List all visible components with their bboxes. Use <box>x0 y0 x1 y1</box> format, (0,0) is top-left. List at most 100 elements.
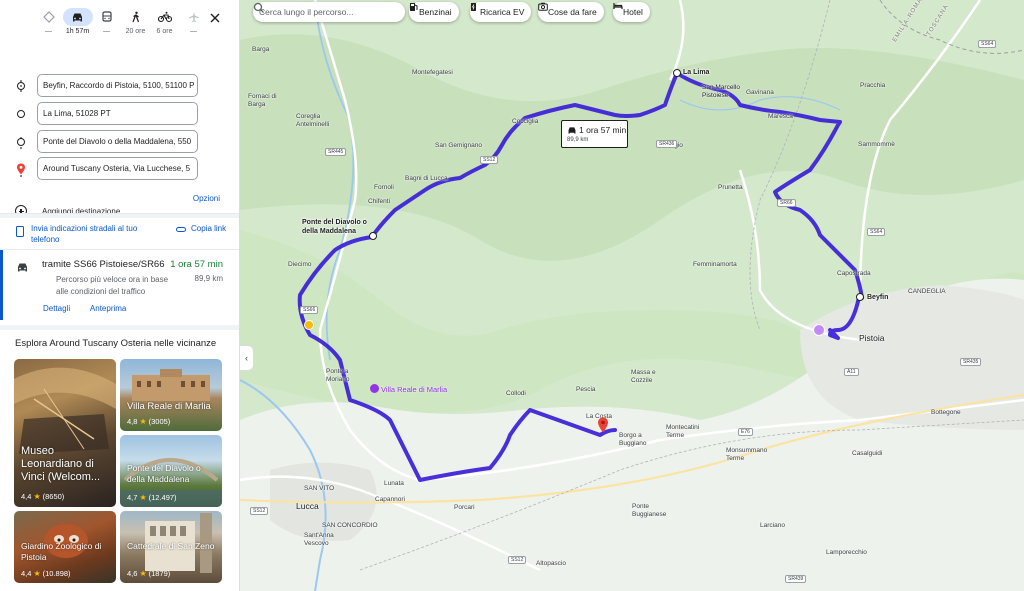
star-icon: ★ <box>139 493 147 502</box>
map-label-ponte-buggianese: Ponte Buggianese <box>632 503 667 518</box>
road-shield: SS12 <box>480 156 499 164</box>
route-option[interactable]: tramite SS66 Pistoiese/SR66 1 ora 57 min… <box>0 250 239 320</box>
search-along-route-input[interactable]: Cerca lungo il percorso... <box>253 2 405 22</box>
map-label-porcari: Porcari <box>454 504 475 511</box>
place-card[interactable]: Ponte del Diavolo o della Maddalena 4,7 ★… <box>120 435 222 507</box>
mode-car[interactable]: 1h 57m <box>62 8 93 35</box>
map-label-collodi: Collodi <box>506 390 526 397</box>
place-rating: 4,7 ★ (12.497) <box>127 493 177 502</box>
chip-label: Ricarica EV <box>480 7 525 17</box>
map-label-bagni: Bagni di Lucca <box>405 175 448 182</box>
close-icon[interactable] <box>207 10 223 26</box>
explore-title: Esplora Around Tuscany Osteria nelle vic… <box>15 338 217 349</box>
chip-gas-stations[interactable]: Benzinai <box>409 2 459 22</box>
road-shield: SR435 <box>960 358 982 366</box>
mode-transit-label: — <box>103 28 110 35</box>
route-links: Dettagli Anteprima <box>43 304 144 313</box>
map-canvas[interactable]: Barga Montefegatesi Fornaci di Barga Cor… <box>240 0 1024 591</box>
poi-villa-reale[interactable]: Villa Reale di Marlia <box>370 384 447 394</box>
chevron-left-icon: ‹ <box>245 353 248 363</box>
mode-walk-label: 20 ore <box>125 28 146 35</box>
map-label-femminamorta: Femminamorta <box>693 261 737 268</box>
waypoint-beyfin-marker[interactable] <box>856 293 864 301</box>
map-label-sant-vescovo: Sant'Anna Vescovo <box>304 532 334 547</box>
waypoint-beyfin-label: Beyfin <box>867 294 889 301</box>
destination-pin-icon <box>16 162 26 180</box>
stop-circle-icon <box>17 138 25 146</box>
road-shield: SR439 <box>785 575 807 583</box>
museum-photo <box>14 367 116 454</box>
star-icon: ★ <box>33 492 41 501</box>
mode-best[interactable]: — <box>35 8 63 35</box>
road-shield: SS64 <box>978 40 997 48</box>
road-shield: SS64 <box>867 228 886 236</box>
mode-flight[interactable]: — <box>180 8 208 35</box>
stop-field-3[interactable]: Ponte del Diavolo o della Maddalena, 550 <box>37 130 198 153</box>
map-label-bottegone: Bottegone <box>931 409 961 416</box>
map-label-montefegatesi: Montefegatesi <box>412 69 453 76</box>
chip-things-to-do[interactable]: Cose da fare <box>538 2 604 22</box>
link-icon <box>176 227 186 232</box>
waypoint-ponte-label: Ponte del Diavolo o della Maddalena <box>302 219 367 235</box>
map-label-san-gemignano: San Gemignano <box>435 142 482 149</box>
map-label-capostrada: Capostrada <box>837 270 871 277</box>
car-icon <box>62 8 93 26</box>
map-label-prunetta: Prunetta <box>718 184 743 191</box>
place-name: Villa Reale di Marlia <box>127 401 211 412</box>
collapse-panel-button[interactable]: ‹ <box>240 345 254 371</box>
stop-field-2[interactable]: La Lima, 51028 PT <box>37 102 198 125</box>
chip-label: Cose da fare <box>548 7 597 17</box>
route-distance: 89,9 km <box>194 274 223 283</box>
divider <box>0 213 239 218</box>
mode-walk[interactable]: 20 ore <box>122 8 150 35</box>
stop-field-1[interactable]: Beyfin, Raccordo di Pistoia, 5100, 51100… <box>37 74 198 97</box>
road-shield: SS66 <box>300 306 319 314</box>
review-count: (1879) <box>148 569 171 578</box>
mode-car-label: 1h 57m <box>65 28 90 35</box>
chip-hotels[interactable]: Hotel <box>613 2 650 22</box>
mode-transit[interactable]: — <box>93 8 121 35</box>
chip-label: Benzinai <box>419 7 452 17</box>
map-label-cocciglia: Cocciglia <box>512 118 539 125</box>
waypoint-la-lima-marker[interactable] <box>673 69 681 77</box>
star-poi-icon[interactable] <box>304 320 314 330</box>
map-label-chifenti: Chifenti <box>368 198 391 205</box>
map-label-lucca: Lucca <box>296 501 319 511</box>
options-link[interactable]: Opzioni <box>193 194 220 203</box>
map-label-candeglia: CANDEGLIA <box>908 288 946 295</box>
star-icon: ★ <box>33 569 41 578</box>
road-shield: SR445 <box>325 148 347 156</box>
camera-poi-icon <box>370 384 379 393</box>
star-icon: ★ <box>139 417 147 426</box>
rating-value: 4,8 <box>127 417 138 426</box>
airplane-icon <box>181 8 207 26</box>
bus-icon <box>94 8 120 26</box>
place-card[interactable]: Museo Leonardiano di Vinci (Welcom... 4,… <box>14 359 116 507</box>
place-card[interactable]: Villa Reale di Marlia 4,8 ★ (3005) <box>120 359 222 431</box>
place-name: Cattedrale di San Zeno <box>127 541 215 551</box>
map-label-gavinana: Gavinana <box>746 89 774 96</box>
stop-field-4[interactable]: Around Tuscany Osteria, Via Lucchese, 5 <box>37 157 198 180</box>
search-icon <box>253 2 264 13</box>
place-rating: 4,8 ★ (3005) <box>127 417 170 426</box>
place-rating: 4,4 ★ (10.898) <box>21 569 71 578</box>
preview-link[interactable]: Anteprima <box>90 304 126 313</box>
place-card[interactable]: Cattedrale di San Zeno 4,6 ★ (1879) <box>120 511 222 583</box>
send-to-phone-link[interactable]: Invia indicazioni stradali al tuo telefo… <box>31 223 156 245</box>
review-count: (8650) <box>42 492 65 501</box>
mode-bike[interactable]: 6 ore <box>151 8 179 35</box>
map-label-fornoli: Fornoli <box>374 184 394 191</box>
rating-value: 4,4 <box>21 569 32 578</box>
waypoint-la-lima-label: La Lima <box>683 69 710 76</box>
route-time: 1 ora 57 min <box>170 259 223 270</box>
stop-3: Ponte del Diavolo o della Maddalena, 550 <box>0 127 239 154</box>
phone-icon <box>16 226 24 237</box>
copy-link[interactable]: Copia link <box>191 223 231 234</box>
bike-icon <box>152 8 178 26</box>
chip-ev-charging[interactable]: Ricarica EV <box>470 2 532 22</box>
route-callout[interactable]: 1 ora 57 min 89,9 km <box>561 120 628 148</box>
map-label-borgo: Borgo a Buggiano <box>619 432 647 447</box>
place-card[interactable]: Giardino Zoologico di Pistoia 4,4 ★ (10.89… <box>14 511 116 583</box>
details-link[interactable]: Dettagli <box>43 304 70 313</box>
zoo-poi-icon[interactable] <box>813 324 825 336</box>
